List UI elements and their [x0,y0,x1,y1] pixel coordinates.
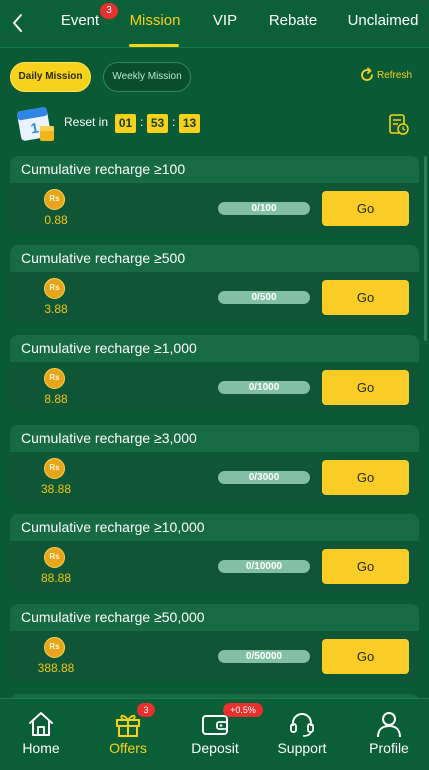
calendar-icon: 1 [16,102,56,144]
rupee-coin-icon: Rs [44,458,65,479]
nav-support[interactable]: Support [262,699,342,770]
rupee-coin-icon: Rs [44,547,65,568]
refresh-icon [361,67,373,82]
mission-progress-bar: 0/1000 [218,381,310,394]
go-button[interactable]: Go [322,460,409,495]
tab-label: Mission [129,12,181,29]
mission-card: Cumulative recharge ≥100 Rs 0.88 0/100 G… [10,156,419,234]
nav-offers[interactable]: Offers [88,699,168,770]
headset-icon [290,713,314,737]
mission-title: Cumulative recharge ≥1,000 [10,335,419,362]
daily-mission-button[interactable]: Daily Mission [10,62,91,92]
countdown-hours: 01 [115,114,136,133]
mission-card: Cumulative recharge ≥50,000 Rs 388.88 0/… [10,604,419,682]
mission-title: Cumulative recharge ≥50,000 [10,604,419,631]
progress-text: 0/1000 [248,382,280,393]
history-icon [389,114,409,135]
tab-label: VIP [212,12,238,29]
countdown-separator: : [172,115,176,129]
event-badge: 3 [100,3,118,19]
nav-label: Support [277,740,327,756]
mission-progress-bar: 0/10000 [218,560,310,573]
nav-label: Profile [369,740,409,756]
mission-card: Cumulative recharge ≥3,000 Rs 38.88 0/30… [10,425,419,503]
active-tab-indicator [129,44,179,47]
progress-text: 0/50000 [245,651,283,662]
tab-label: Event [60,12,100,29]
go-button[interactable]: Go [322,370,409,405]
bottom-nav: Home Offers 3 Deposit +0.5% Support Prof… [0,698,429,770]
mission-progress-bar: 0/50000 [218,650,310,663]
mission-reward: 3.88 [44,302,68,316]
mission-reward: 0.88 [44,213,68,227]
go-button[interactable]: Go [322,549,409,584]
rupee-coin-icon: Rs [44,368,65,389]
mission-progress-bar: 0/100 [218,202,310,215]
tab-mission[interactable]: Mission [127,0,183,48]
tab-label: Unclaimed [347,12,419,29]
mission-progress-bar: 0/500 [218,291,310,304]
tab-rebate[interactable]: Rebate [265,0,321,48]
home-icon [29,712,53,736]
progress-text: 0/500 [251,292,277,303]
progress-text: 0/100 [251,203,277,214]
mission-title: Cumulative recharge ≥100 [10,156,419,183]
progress-text: 0/3000 [248,472,280,483]
rupee-coin-icon: Rs [44,189,65,210]
nav-home[interactable]: Home [1,699,81,770]
mission-progress-bar: 0/3000 [218,471,310,484]
mission-card: Cumulative recharge ≥500 Rs 3.88 0/500 G… [10,245,419,323]
nav-label: Deposit [191,740,239,756]
mission-title: Cumulative recharge ≥500 [10,245,419,272]
countdown-seconds: 13 [179,114,200,133]
tab-event[interactable]: Event [55,0,105,48]
rupee-coin-icon: Rs [44,278,65,299]
mission-reward: 8.88 [44,392,68,406]
countdown-minutes: 53 [147,114,168,133]
mission-reward: 388.88 [37,661,75,675]
chevron-left-icon [13,14,22,32]
go-button[interactable]: Go [322,280,409,315]
user-icon [377,712,401,738]
offers-badge: 3 [137,703,155,717]
nav-label: Home [22,740,60,756]
reset-label: Reset in [64,115,109,129]
rupee-coin-icon: Rs [44,637,65,658]
refresh-label: Refresh [377,70,413,81]
nav-profile[interactable]: Profile [349,699,429,770]
progress-text: 0/10000 [245,561,283,572]
history-button[interactable] [388,112,410,136]
scrollbar[interactable] [424,156,427,341]
countdown-separator: : [140,115,144,129]
deposit-bonus-badge: +0.5% [223,703,263,717]
go-button[interactable]: Go [322,191,409,226]
weekly-mission-button[interactable]: Weekly Mission [103,62,191,92]
top-nav: Event 3 Mission VIP Rebate Unclaimed [0,0,429,48]
refresh-button[interactable]: Refresh [359,66,412,86]
nav-label: Offers [109,740,147,756]
mission-title: Cumulative recharge ≥10,000 [10,514,419,541]
mission-card: Cumulative recharge ≥1,000 Rs 8.88 0/100… [10,335,419,413]
tab-vip[interactable]: VIP [205,0,245,48]
mission-title: Cumulative recharge ≥3,000 [10,425,419,452]
tab-label: Rebate [268,12,318,29]
mission-card: Cumulative recharge ≥10,000 Rs 88.88 0/1… [10,514,419,592]
back-button[interactable] [6,10,30,36]
tab-unclaimed[interactable]: Unclaimed [346,0,420,48]
mission-reward: 88.88 [40,571,72,585]
mission-reward: 38.88 [40,482,72,496]
go-button[interactable]: Go [322,639,409,674]
